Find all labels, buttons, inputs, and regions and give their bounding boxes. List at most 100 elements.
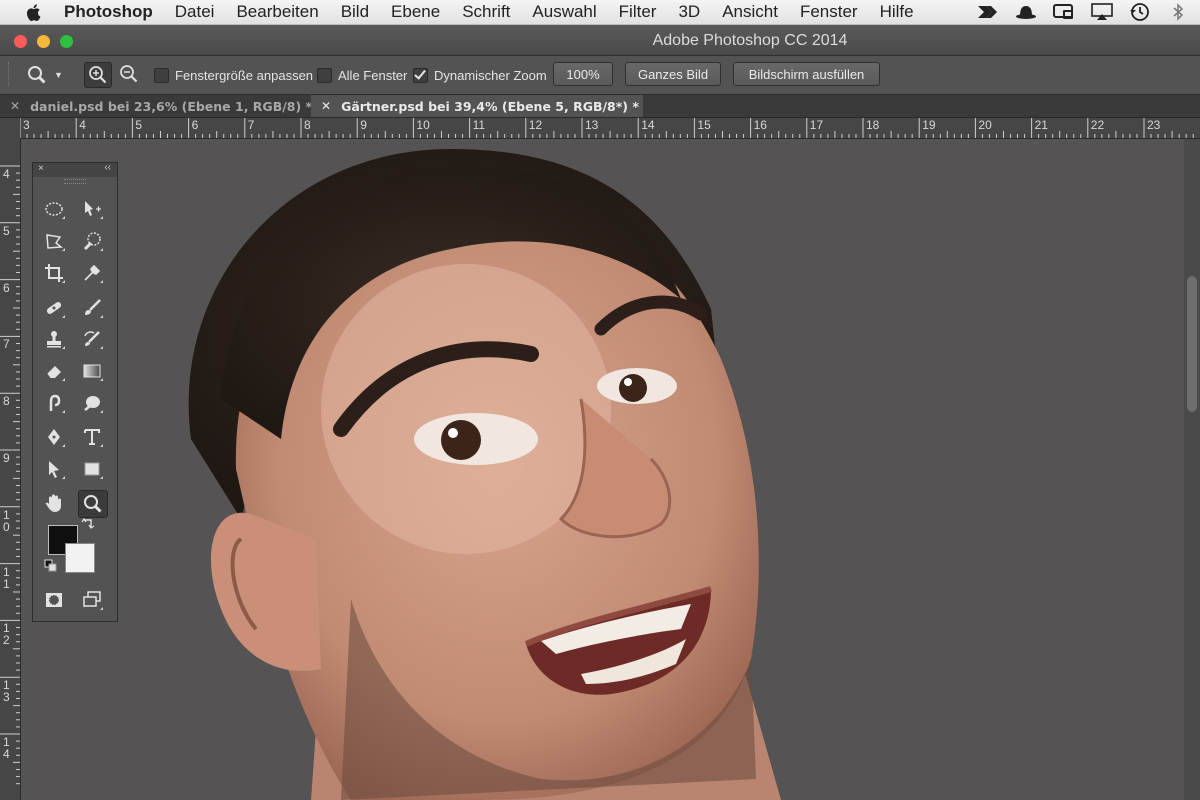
all-windows-checkbox[interactable]: Alle Fenster xyxy=(317,56,407,94)
arrows-icon[interactable] xyxy=(976,2,1000,22)
vertical-ruler[interactable]: 4 5 6 7 8 9 1 0 1 1 1 2 1 3 1 4 xyxy=(0,138,21,800)
ruler-label: 13 xyxy=(585,118,599,132)
dodge-icon[interactable] xyxy=(78,390,106,416)
status-tray xyxy=(976,0,1190,24)
tab-gaertner[interactable]: ✕ Gärtner.psd bei 39,4% (Ebene 5, RGB/8*… xyxy=(311,95,643,117)
path-selection-icon[interactable] xyxy=(40,456,68,482)
menu-bearbeiten[interactable]: Bearbeiten xyxy=(236,2,318,22)
zoom-in-button[interactable] xyxy=(84,62,112,88)
menu-filter[interactable]: Filter xyxy=(619,2,657,22)
window-titlebar: Adobe Photoshop CC 2014 xyxy=(0,25,1200,56)
ruler-label: 1 3 xyxy=(3,678,10,705)
ruler-label: 7 xyxy=(247,118,255,132)
menu-hilfe[interactable]: Hilfe xyxy=(880,2,914,22)
gradient-icon[interactable] xyxy=(78,358,106,384)
menu-datei[interactable]: Datei xyxy=(175,2,215,22)
time-machine-icon[interactable] xyxy=(1128,2,1152,22)
zoom-out-icon xyxy=(120,65,138,83)
background-color-swatch[interactable] xyxy=(65,543,95,573)
dynamic-zoom-checkbox[interactable]: Dynamischer Zoom xyxy=(413,56,547,94)
vertical-scrollbar[interactable] xyxy=(1184,139,1200,800)
apple-icon[interactable] xyxy=(22,1,44,23)
zoom-out-button[interactable] xyxy=(116,62,142,86)
eraser-icon[interactable] xyxy=(40,358,68,384)
ruler-origin[interactable] xyxy=(0,118,21,139)
options-bar: ▼ Fenstergröße anpassen Alle Fenster Dyn… xyxy=(0,56,1200,95)
menu-schrift[interactable]: Schrift xyxy=(462,2,510,22)
fit-window-checkbox[interactable]: Fenstergröße anpassen xyxy=(154,56,313,94)
quick-mask-icon[interactable] xyxy=(40,587,68,613)
dynamic-zoom-check[interactable] xyxy=(413,67,428,83)
ruler-label: 8 xyxy=(304,118,311,132)
zoom-icon[interactable] xyxy=(78,490,108,518)
airplay-icon[interactable] xyxy=(1090,2,1114,22)
ruler-label: 5 xyxy=(135,118,143,132)
smudge-icon[interactable] xyxy=(40,390,68,416)
ruler-label: 3 xyxy=(23,118,30,132)
menu-ansicht[interactable]: Ansicht xyxy=(722,2,778,22)
ruler-label: 7 xyxy=(3,337,10,352)
menu-photoshop[interactable]: Photoshop xyxy=(64,2,153,22)
bluetooth-icon[interactable] xyxy=(1166,2,1190,22)
document-canvas[interactable] xyxy=(21,139,1184,800)
ruler-label: 1 2 xyxy=(3,621,10,648)
swap-colors-icon[interactable] xyxy=(81,517,95,531)
close-tab-icon[interactable]: ✕ xyxy=(321,99,331,113)
type-icon[interactable] xyxy=(78,424,106,450)
menu-3d[interactable]: 3D xyxy=(678,2,700,22)
quick-selection-icon[interactable] xyxy=(78,228,106,254)
menu-bild[interactable]: Bild xyxy=(341,2,369,22)
polygonal-lasso-icon[interactable] xyxy=(40,228,68,254)
ruler-label: 1 0 xyxy=(3,507,10,534)
eyedropper-icon[interactable] xyxy=(78,260,106,286)
rectangle-shape-icon[interactable] xyxy=(78,456,106,482)
healing-brush-icon[interactable] xyxy=(40,295,68,321)
ruler-label: 21 xyxy=(1034,118,1048,132)
collapse-panel-icon[interactable]: ‹‹ xyxy=(104,162,111,173)
chevron-down-icon: ▼ xyxy=(54,70,63,80)
brush-icon[interactable] xyxy=(78,295,106,321)
screen-mode-icon[interactable] xyxy=(78,587,106,613)
monitor-icon[interactable] xyxy=(1052,2,1076,22)
menu-fenster[interactable]: Fenster xyxy=(800,2,858,22)
close-tab-icon[interactable]: ✕ xyxy=(10,99,20,113)
portrait-photo xyxy=(21,139,1184,800)
ruler-label: 16 xyxy=(753,118,767,132)
fit-window-label: Fenstergröße anpassen xyxy=(175,67,314,83)
zoom-in-icon xyxy=(89,66,107,84)
fill-screen-button[interactable]: Bildschirm ausfüllen xyxy=(733,62,880,86)
ruler-label: 4 xyxy=(3,167,10,181)
close-panel-icon[interactable]: × xyxy=(38,163,44,174)
tab-label: daniel.psd bei 23,6% (Ebene 1, RGB/8) * xyxy=(30,98,313,114)
hand-icon[interactable] xyxy=(40,490,68,516)
history-brush-icon[interactable] xyxy=(78,326,106,352)
panel-grip[interactable] xyxy=(33,177,117,185)
tool-preset-picker[interactable]: ▼ xyxy=(26,56,63,94)
crop-icon[interactable] xyxy=(40,260,68,286)
zoom-100-button[interactable]: 100% xyxy=(553,62,613,86)
options-grip[interactable] xyxy=(8,62,12,86)
default-colors-icon[interactable] xyxy=(44,559,58,573)
ellipse-marquee-icon[interactable] xyxy=(40,196,68,222)
zoom-icon xyxy=(28,66,46,84)
fit-screen-button[interactable]: Ganzes Bild xyxy=(625,62,721,86)
ruler-label: 20 xyxy=(978,118,992,132)
fit-window-check[interactable] xyxy=(154,67,169,83)
pen-icon[interactable] xyxy=(40,424,68,450)
ruler-label: 18 xyxy=(866,118,880,132)
ruler-label: 19 xyxy=(922,118,936,132)
ruler-label: 5 xyxy=(3,223,10,238)
hat-icon[interactable] xyxy=(1014,2,1038,22)
tab-daniel[interactable]: ✕ daniel.psd bei 23,6% (Ebene 1, RGB/8) … xyxy=(0,95,313,117)
scrollbar-thumb[interactable] xyxy=(1187,276,1197,412)
all-windows-check[interactable] xyxy=(317,67,332,83)
menubar: Photoshop Datei Bearbeiten Bild Ebene Sc… xyxy=(0,0,1200,25)
move-icon[interactable] xyxy=(78,196,106,222)
clone-stamp-icon[interactable] xyxy=(40,326,68,352)
menu-ebene[interactable]: Ebene xyxy=(391,2,440,22)
window-title: Adobe Photoshop CC 2014 xyxy=(652,32,848,49)
horizontal-ruler[interactable]: 3 4 5 6 7 8 9 10 11 12 13 14 15 16 17 18 19 20 21 22 23 xyxy=(20,118,1200,139)
ruler-label: 1 4 xyxy=(3,735,10,761)
menu-auswahl[interactable]: Auswahl xyxy=(532,2,596,22)
tools-panel: × ‹‹ xyxy=(32,162,118,622)
